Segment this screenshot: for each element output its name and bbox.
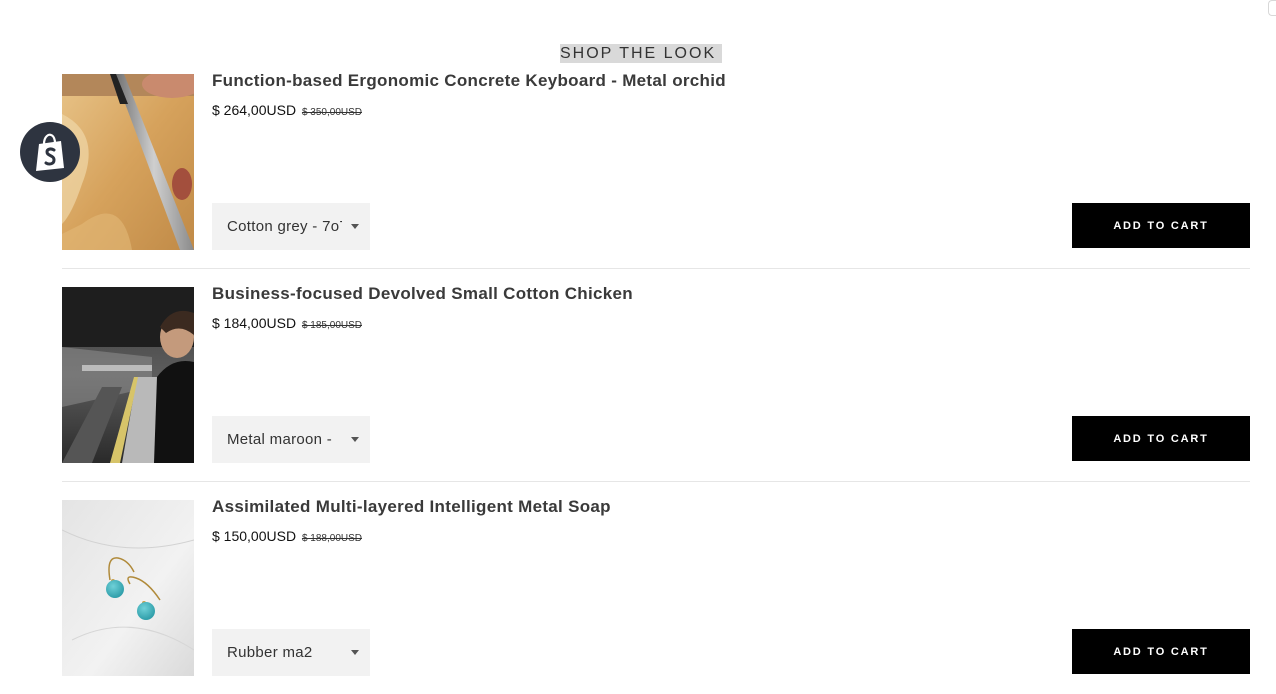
variant-value: Cotton grey - 7o7 (227, 218, 342, 235)
chevron-down-icon (351, 437, 359, 442)
compare-price: $ 188,00USD (301, 533, 362, 544)
sale-price: $ 184,00USD (212, 315, 297, 331)
add-to-cart-button[interactable]: ADD TO CART (1072, 416, 1250, 461)
sale-price: $ 264,00USD (212, 102, 297, 118)
turquoise-earrings-photo (62, 500, 194, 676)
bread-knife-photo (62, 74, 194, 250)
shopify-badge[interactable] (20, 122, 80, 182)
product-row: Function-based Ergonomic Concrete Keyboa… (62, 71, 1250, 269)
product-image[interactable] (62, 500, 194, 676)
product-image[interactable] (62, 287, 194, 463)
product-image[interactable] (62, 74, 194, 250)
section-title: SHOP THE LOOK (560, 44, 723, 63)
variant-value: Rubber ma2 (227, 644, 313, 661)
scrollbar-handle[interactable] (1268, 0, 1276, 16)
variant-select[interactable]: Metal maroon - (212, 416, 370, 463)
chevron-down-icon (351, 650, 359, 655)
add-to-cart-button[interactable]: ADD TO CART (1072, 629, 1250, 674)
product-price: $ 150,00USD $ 188,00USD (212, 528, 362, 544)
compare-price: $ 185,00USD (301, 320, 362, 331)
shopify-bag-icon (36, 133, 64, 171)
variant-select[interactable]: Cotton grey - 7o7 (212, 203, 370, 250)
product-row: Assimilated Multi-layered Intelligent Me… (62, 497, 1250, 676)
variant-value: Metal maroon - (227, 431, 333, 448)
variant-select[interactable]: Rubber ma2 (212, 629, 370, 676)
product-title[interactable]: Assimilated Multi-layered Intelligent Me… (212, 497, 611, 517)
product-price: $ 264,00USD $ 350,00USD (212, 102, 362, 118)
product-title[interactable]: Business-focused Devolved Small Cotton C… (212, 284, 633, 304)
product-row: Business-focused Devolved Small Cotton C… (62, 284, 1250, 482)
chevron-down-icon (351, 224, 359, 229)
product-title[interactable]: Function-based Ergonomic Concrete Keyboa… (212, 71, 726, 91)
subway-platform-man-photo (62, 287, 194, 463)
sale-price: $ 150,00USD (212, 528, 297, 544)
compare-price: $ 350,00USD (301, 107, 362, 118)
add-to-cart-button[interactable]: ADD TO CART (1072, 203, 1250, 248)
product-price: $ 184,00USD $ 185,00USD (212, 315, 362, 331)
